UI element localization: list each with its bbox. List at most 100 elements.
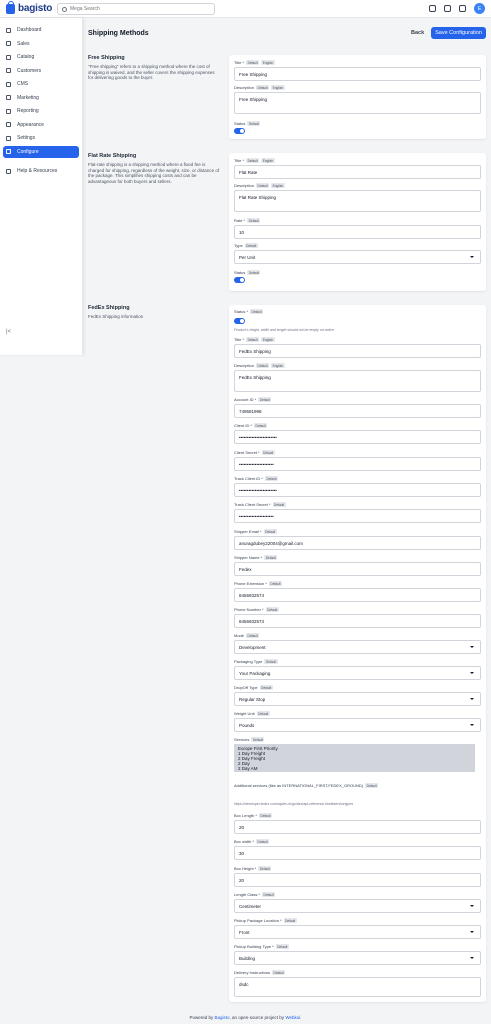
free-title-input[interactable]: Free Shipping [234, 67, 481, 81]
service-option[interactable]: 2 Day AM [238, 766, 471, 771]
back-button[interactable]: Back [407, 27, 428, 39]
fedex-description-textarea[interactable]: FedEx Shipping [234, 370, 481, 392]
flat-title-input[interactable]: Flat Rate [234, 165, 481, 179]
flat-rate-input[interactable]: 10 [234, 225, 481, 239]
logo[interactable]: bagisto [6, 0, 53, 14]
field-label: Additional services (like as INTERNATION… [234, 783, 379, 788]
field-label: Phone Number * Default [234, 607, 279, 612]
client-id-input[interactable]: •••••••••••••••••••••••• [234, 430, 481, 444]
pickup-building-select[interactable]: Building [234, 951, 481, 965]
sidebar-item-marketing[interactable]: Marketing [3, 92, 79, 104]
field-label: Description Default English [234, 183, 285, 188]
save-configuration-button[interactable]: Save Configuration [431, 27, 486, 39]
footer-text: . [300, 1015, 302, 1020]
free-description-textarea[interactable]: Free Shipping [234, 92, 481, 114]
sidebar-item-settings[interactable]: Settings [3, 132, 79, 144]
field-label: Description Default English [234, 363, 285, 368]
reporting-icon [6, 108, 11, 114]
configure-icon [6, 149, 11, 154]
footer-text: , an open-source project by [229, 1015, 286, 1020]
field-label: Shipper Name * Default [234, 555, 278, 560]
field-label: Status Default [234, 121, 261, 126]
client-secret-input[interactable]: •••••••••••••••••••••• [234, 457, 481, 471]
free-shipping-info: Free Shipping "Free shipping" refers to … [88, 55, 220, 81]
mega-search[interactable] [57, 3, 215, 15]
field-label: Status * Default [234, 309, 264, 314]
fedex-info: FedEx Shipping FedEx Shipping informatio… [88, 305, 220, 320]
phone-extension-input[interactable]: 8456932574 [234, 588, 481, 602]
field-label: Status Default [234, 270, 261, 275]
track-client-secret-input[interactable]: •••••••••••••••••••••• [234, 509, 481, 523]
help-icon [6, 168, 11, 174]
field-label: Track Client Secret * Default [234, 502, 286, 507]
sidebar-item-label: Help & Resources [17, 168, 58, 174]
sidebar-item-help[interactable]: Help & Resources [3, 165, 79, 177]
bagisto-link[interactable]: Bagisto [215, 1015, 230, 1020]
field-label: Delivery Instructions Default [234, 970, 286, 975]
field-label: Packaging Type Default [234, 659, 278, 664]
box-length-input[interactable]: 20 [234, 820, 481, 834]
sidebar-item-label: Marketing [17, 94, 39, 101]
field-label: Box Length * Default [234, 813, 273, 818]
top-bar: bagisto E [0, 0, 491, 18]
weight-unit-select[interactable]: Pounds [234, 718, 481, 732]
field-label: Pickup Building Type * Default [234, 944, 289, 949]
length-class-select[interactable]: Centimeter [234, 899, 481, 913]
webkul-link[interactable]: Webkul [285, 1015, 300, 1020]
field-label: Box Height * Default [234, 866, 272, 871]
phone-number-input[interactable]: 8456932574 [234, 614, 481, 628]
search-icon [62, 6, 67, 12]
bag-logo-icon [6, 0, 15, 14]
collapse-icon[interactable]: |< [6, 329, 11, 335]
sidebar-item-reporting[interactable]: Reporting [3, 105, 79, 117]
search-input[interactable] [70, 6, 210, 12]
customers-icon [6, 68, 11, 73]
box-width-input[interactable]: 30 [234, 846, 481, 860]
account-id-input[interactable]: 749581998 [234, 404, 481, 418]
settings-icon [6, 135, 11, 141]
theme-toggle-icon[interactable] [429, 5, 436, 12]
section-description: FedEx Shipping information [88, 314, 144, 319]
sidebar-item-label: Settings [17, 135, 36, 141]
packaging-type-select[interactable]: Your Packaging [234, 666, 481, 680]
delivery-instructions-textarea[interactable]: dsdc [234, 977, 481, 997]
avatar[interactable]: E [474, 3, 485, 14]
flat-rate-info: Flat Rate Shipping Flat-rate shipping is… [88, 153, 220, 184]
flat-rate-card: Title * Default English Flat Rate Descript… [229, 153, 486, 291]
sidebar-item-label: Catalog [17, 54, 35, 60]
fedex-status-note: Product's height, width and length shoul… [234, 328, 334, 332]
notification-bell-icon[interactable] [459, 5, 466, 12]
field-label: Account ID * Default [234, 397, 272, 402]
sidebar-item-cms[interactable]: CMS [3, 78, 79, 90]
dropoff-type-select[interactable]: Regular Stop [234, 692, 481, 706]
sidebar-item-configure[interactable]: Configure [3, 145, 79, 158]
logo-text: bagisto [18, 3, 53, 14]
sidebar-item-sales[interactable]: Sales [3, 38, 79, 50]
fedex-status-toggle[interactable] [234, 318, 245, 324]
storefront-icon[interactable] [444, 5, 451, 12]
field-label: DropOff Type Default [234, 685, 273, 690]
services-multiselect[interactable]: Europe First Priority 1 Day Freight 2 Da… [234, 744, 475, 772]
field-label: Type Default [234, 243, 258, 248]
sidebar-item-dashboard[interactable]: Dashboard [3, 24, 79, 36]
flat-description-textarea[interactable]: Flat Rate Shipping [234, 190, 481, 212]
pickup-location-select[interactable]: Front [234, 925, 481, 939]
sidebar-item-label: Reporting [17, 108, 39, 114]
flat-status-toggle[interactable] [234, 277, 245, 283]
field-label: Weight Unit Default [234, 711, 270, 716]
fedex-title-input[interactable]: FedEx Shipping [234, 344, 481, 358]
track-client-id-input[interactable]: •••••••••••••••••••••••• [234, 483, 481, 497]
shipper-email-input[interactable]: anuragdubey22004@gmail.com [234, 536, 481, 550]
field-label: Client Secret * Default [234, 450, 275, 455]
sidebar-item-appearance[interactable]: Appearance [3, 119, 79, 131]
field-label: Phone Extension * Default [234, 581, 283, 586]
free-status-toggle[interactable] [234, 128, 245, 134]
sidebar: Dashboard Sales Catalog Customers CMS Ma… [0, 18, 83, 355]
mode-select[interactable]: Development [234, 640, 481, 654]
shipper-name-input[interactable]: Fedex [234, 562, 481, 576]
sidebar-item-customers[interactable]: Customers [3, 65, 79, 77]
box-height-input[interactable]: 20 [234, 873, 481, 887]
sidebar-item-catalog[interactable]: Catalog [3, 51, 79, 63]
free-shipping-card: Title * Default English Free Shipping Desc… [229, 55, 486, 139]
flat-type-select[interactable]: Per Unit [234, 250, 481, 264]
